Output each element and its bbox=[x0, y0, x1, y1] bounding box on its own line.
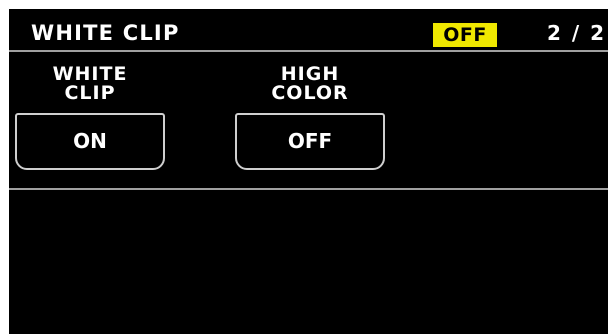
setting-label-line: COLOR bbox=[271, 82, 349, 104]
high-color-value-button[interactable]: OFF bbox=[235, 113, 385, 170]
white-clip-value-button[interactable]: ON bbox=[15, 113, 165, 170]
page-title: WHITE CLIP bbox=[31, 21, 180, 45]
header-divider bbox=[9, 50, 608, 52]
setting-white-clip: WHITE CLIP ON bbox=[15, 65, 165, 170]
setting-label-line: CLIP bbox=[64, 82, 116, 104]
setting-label-high-color: HIGH COLOR bbox=[235, 65, 385, 103]
menu-screen: WHITE CLIP OFF 2 / 2 WHITE CLIP ON HIGH … bbox=[9, 9, 608, 334]
content-divider bbox=[9, 188, 608, 190]
setting-label-white-clip: WHITE CLIP bbox=[15, 65, 165, 103]
page-indicator: 2 / 2 bbox=[547, 21, 607, 45]
setting-high-color: HIGH COLOR OFF bbox=[235, 65, 385, 170]
status-badge: OFF bbox=[433, 23, 497, 47]
